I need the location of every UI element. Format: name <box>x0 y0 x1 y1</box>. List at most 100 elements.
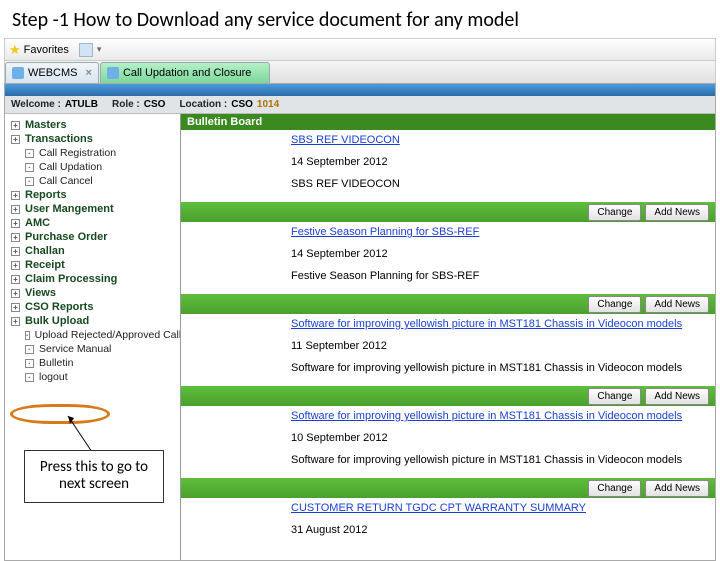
news-date: 31 August 2012 <box>291 524 709 536</box>
sidebar-item-upload-rejected-approved-calls[interactable]: ·Upload Rejected/Approved Calls <box>5 328 180 342</box>
news-link[interactable]: SBS REF VIDEOCON <box>291 134 400 146</box>
sidebar-item-logout[interactable]: ·logout <box>5 370 180 384</box>
expand-icon: + <box>11 261 20 270</box>
close-icon[interactable]: × <box>86 67 92 79</box>
sidebar-item-bulletin[interactable]: · Bulletin <box>5 356 180 370</box>
sidebar-item-label: CSO Reports <box>25 301 93 313</box>
news-item: SBS REF VIDEOCON 14 September 2012 SBS REF… <box>181 130 715 222</box>
callout-box: Press this to go to next screen <box>24 450 164 503</box>
sidebar-item-label: Claim Processing <box>25 273 117 285</box>
news-item: CUSTOMER RETURN TGDC CPT WARRANTY SUMMAR… <box>181 498 715 554</box>
dropdown-icon[interactable]: ▾ <box>97 44 102 55</box>
browser-chrome: ★ Favorites ▾ WEBCMS × Call Updation and… <box>4 38 716 83</box>
news-link[interactable]: Festive Season Planning for SBS-REF <box>291 226 479 238</box>
change-button[interactable]: Change <box>588 480 641 497</box>
news-desc: SBS REF VIDEOCON <box>291 178 709 190</box>
tab-webcms[interactable]: WEBCMS × <box>5 62 99 83</box>
main-panel: Bulletin Board SBS REF VIDEOCON 14 Septem… <box>181 114 715 560</box>
news-desc: Software for improving yellowish picture… <box>291 454 709 466</box>
add-news-button[interactable]: Add News <box>645 388 709 405</box>
sidebar-item-receipt[interactable]: + Receipt <box>5 258 180 272</box>
bullet-icon: · <box>25 345 34 354</box>
sidebar-item-challan[interactable]: + Challan <box>5 244 180 258</box>
add-news-button[interactable]: Add News <box>645 296 709 313</box>
sidebar-item-label: User Mangement <box>25 203 114 215</box>
sidebar-item-label: Bulk Upload <box>25 315 89 327</box>
star-icon: ★ <box>9 42 21 58</box>
sidebar-item-user-mangement[interactable]: + User Mangement <box>5 202 180 216</box>
sidebar-item-label: Service Manual <box>39 343 111 355</box>
sidebar-item-purchase-order[interactable]: +Purchase Order <box>5 230 180 244</box>
tab-label: WEBCMS <box>28 67 78 79</box>
expand-icon: + <box>11 205 20 214</box>
bullet-icon: · <box>25 359 34 368</box>
tab-label: Call Updation and Closure <box>123 67 251 79</box>
welcome-label: Welcome : <box>11 99 61 110</box>
news-link[interactable]: Software for improving yellowish picture… <box>291 318 682 330</box>
news-item: Software for improving yellowish picture… <box>181 406 715 498</box>
news-date: 11 September 2012 <box>291 340 709 352</box>
news-desc: Software for improving yellowish picture… <box>291 362 709 374</box>
sidebar-item-cso-reports[interactable]: +CSO Reports <box>5 300 180 314</box>
change-button[interactable]: Change <box>588 204 641 221</box>
news-action-bar: ChangeAdd News <box>181 202 715 222</box>
news-desc: Festive Season Planning for SBS-REF <box>291 270 709 282</box>
sidebar-item-label: Purchase Order <box>25 231 108 243</box>
favorites-bar: ★ Favorites ▾ <box>5 39 715 61</box>
bullet-icon: · <box>25 163 34 172</box>
sidebar-item-transactions[interactable]: +Transactions <box>5 132 180 146</box>
sidebar-item-call-updation[interactable]: · Call Updation <box>5 160 180 174</box>
sidebar-item-amc[interactable]: +AMC <box>5 216 180 230</box>
expand-icon: + <box>11 121 20 130</box>
location-prefix: CSO <box>231 99 253 110</box>
bulletin-header: Bulletin Board <box>181 114 715 130</box>
sidebar-item-label: Masters <box>25 119 67 131</box>
news-link[interactable]: CUSTOMER RETURN TGDC CPT WARRANTY SUMMAR… <box>291 502 586 514</box>
sidebar-item-label: Call Registration <box>39 147 116 159</box>
sidebar-item-label: Challan <box>25 245 65 257</box>
news-date: 14 September 2012 <box>291 248 709 260</box>
sidebar-item-label: logout <box>39 371 68 383</box>
role-value: CSO <box>144 99 166 110</box>
welcome-user: ATULB <box>65 99 98 110</box>
sidebar-item-service-manual[interactable]: · Service Manual <box>5 342 180 356</box>
location-code: 1014 <box>257 99 279 110</box>
expand-icon: + <box>11 135 20 144</box>
add-news-button[interactable]: Add News <box>645 204 709 221</box>
sidebar-item-call-cancel[interactable]: ·Call Cancel <box>5 174 180 188</box>
sidebar-item-call-registration[interactable]: · Call Registration <box>5 146 180 160</box>
sidebar-item-bulk-upload[interactable]: +Bulk Upload <box>5 314 180 328</box>
expand-icon: + <box>11 247 20 256</box>
slide-title: Step -1 How to Download any service docu… <box>0 0 720 38</box>
news-date: 10 September 2012 <box>291 432 709 444</box>
news-action-bar: ChangeAdd News <box>181 386 715 406</box>
tab-call-updation[interactable]: Call Updation and Closure <box>100 62 270 83</box>
change-button[interactable]: Change <box>588 296 641 313</box>
page-icon <box>12 67 24 79</box>
favorites-label: Favorites <box>24 44 69 56</box>
sidebar-item-claim-processing[interactable]: + Claim Processing <box>5 272 180 286</box>
sidebar-item-label: Bulletin <box>39 357 73 369</box>
news-action-bar: ChangeAdd News <box>181 478 715 498</box>
tabs-row: WEBCMS × Call Updation and Closure <box>5 61 715 83</box>
page-icon <box>107 67 119 79</box>
sidebar-item-views[interactable]: +Views <box>5 286 180 300</box>
role-label: Role : <box>112 99 140 110</box>
sidebar-item-label: Receipt <box>25 259 65 271</box>
news-date: 14 September 2012 <box>291 156 709 168</box>
news-item: Festive Season Planning for SBS-REF 14 Se… <box>181 222 715 314</box>
add-news-button[interactable]: Add News <box>645 480 709 497</box>
change-button[interactable]: Change <box>588 388 641 405</box>
sidebar-item-label: Call Updation <box>39 161 102 173</box>
sidebar-item-masters[interactable]: + Masters <box>5 118 180 132</box>
news-link[interactable]: Software for improving yellowish picture… <box>291 410 682 422</box>
location-label: Location : <box>179 99 227 110</box>
sidebar-item-label: AMC <box>25 217 50 229</box>
news-item: Software for improving yellowish picture… <box>181 314 715 406</box>
grid-icon[interactable] <box>79 43 93 57</box>
expand-icon: + <box>11 275 20 284</box>
sidebar-item-label: Reports <box>25 189 67 201</box>
sidebar-item-label: Call Cancel <box>39 175 93 187</box>
sidebar-item-reports[interactable]: +Reports <box>5 188 180 202</box>
bullet-icon: · <box>25 149 34 158</box>
